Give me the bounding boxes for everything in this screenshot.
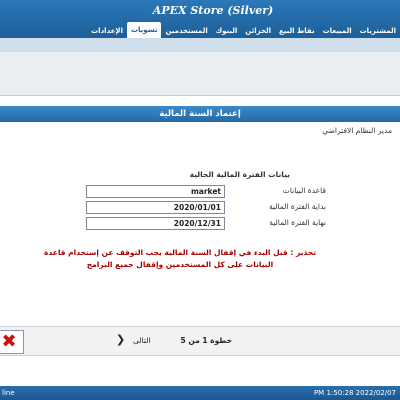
database-field[interactable]: market [86, 185, 225, 198]
top-header: APEX Store (Silver) المشتريات المبيعات ن… [0, 0, 400, 38]
menu-item-users[interactable]: المستخدمين [161, 24, 211, 38]
next-button[interactable]: التالى [133, 336, 150, 345]
menu-item-settlements[interactable]: تسويات [127, 22, 162, 38]
menu-item-settings[interactable]: الإعدادات [87, 24, 127, 38]
database-row: قاعدة البيانات market [86, 185, 326, 198]
menu-item-purchases[interactable]: المشتريات [356, 24, 400, 38]
chevron-right-icon[interactable]: ❯ [116, 333, 125, 346]
menu-item-pos[interactable]: نقاط البيع [275, 24, 319, 38]
end-date-row: نهاية الفترة المالية 2020/12/31 [86, 217, 326, 230]
toolbar-area [0, 52, 400, 96]
wizard-nav-bar: ✖ ❯ التالى خطوة 1 من 5 [0, 326, 400, 356]
menu-item-banks[interactable]: البنوك [212, 24, 242, 38]
main-menu: المشتريات المبيعات نقاط البيع الخزائن ال… [87, 22, 400, 38]
start-date-field[interactable]: 2020/01/01 [86, 201, 225, 214]
warning-message: تحذير : قبل البدء في إقفال السنة المالية… [43, 248, 317, 269]
start-date-label: بداية الفترة المالية [268, 202, 326, 211]
close-x-icon: ✖ [1, 331, 17, 352]
current-user-label: مدير النظام الافتراضي [322, 126, 392, 135]
step-indicator: خطوة 1 من 5 [180, 336, 232, 345]
status-left-text: line [2, 389, 15, 397]
end-date-field[interactable]: 2020/12/31 [86, 217, 225, 230]
status-bar: line PM 1:50:28 2022/02/07 [0, 386, 400, 400]
end-date-label: نهاية الفترة المالية [269, 218, 326, 227]
close-button[interactable]: ✖ [0, 330, 24, 354]
fiscal-period-group-title: بيانات الفترة المالية الحالية [189, 170, 290, 179]
app-title: APEX Store (Silver) [152, 4, 274, 17]
sub-menu-bar [0, 38, 400, 52]
menu-item-treasuries[interactable]: الخزائن [241, 24, 275, 38]
menu-item-sales[interactable]: المبيعات [319, 24, 356, 38]
status-datetime: PM 1:50:28 2022/02/07 [313, 389, 396, 397]
database-label: قاعدة البيانات [282, 186, 326, 195]
start-date-row: بداية الفترة المالية 2020/01/01 [86, 201, 326, 214]
page-title: إعتماد السنة المالية [0, 106, 400, 122]
